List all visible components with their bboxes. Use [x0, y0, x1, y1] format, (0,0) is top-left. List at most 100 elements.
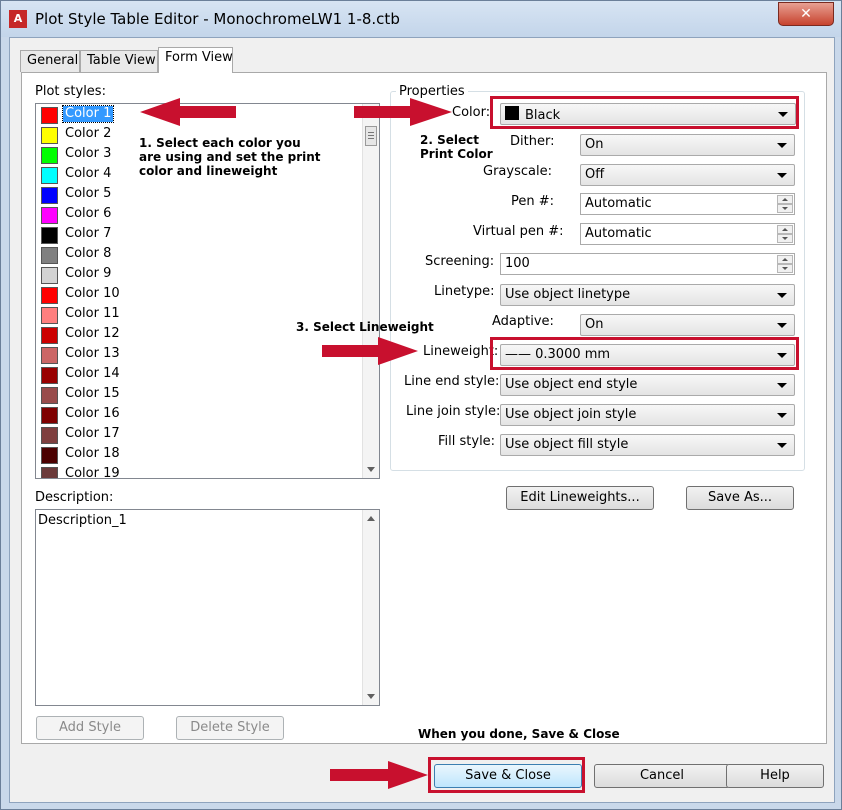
- grayscale-dropdown[interactable]: Off: [580, 164, 795, 186]
- line-join-style-value: Use object join style: [505, 407, 637, 422]
- spin-up-icon[interactable]: [777, 195, 793, 204]
- color-swatch-icon: [41, 307, 58, 324]
- plot-style-item[interactable]: Color 19: [38, 465, 358, 479]
- virtual-pen-value: Automatic: [585, 226, 652, 241]
- plot-style-item[interactable]: Color 17: [38, 425, 358, 445]
- line-end-style-value: Use object end style: [505, 377, 638, 392]
- adaptive-dropdown[interactable]: On: [580, 314, 795, 336]
- fill-style-value: Use object fill style: [505, 437, 629, 452]
- scroll-down-arrow-icon[interactable]: [367, 694, 375, 699]
- chevron-down-icon: [777, 293, 787, 298]
- plot-style-item[interactable]: Color 5: [38, 185, 358, 205]
- plot-style-item[interactable]: Color 9: [38, 265, 358, 285]
- dither-label: Dither:: [510, 134, 555, 149]
- lineweight-highlight-box: [490, 337, 799, 370]
- pen-number-label: Pen #:: [511, 194, 555, 209]
- plot-style-item[interactable]: Color 10: [38, 285, 358, 305]
- spin-up-icon[interactable]: [777, 255, 793, 264]
- plot-style-item[interactable]: Color 16: [38, 405, 358, 425]
- annotation-step1-line3: color and lineweight: [139, 164, 278, 178]
- color-swatch-icon: [41, 107, 58, 124]
- color-swatch-icon: [41, 467, 58, 478]
- virtual-pen-label: Virtual pen #:: [473, 224, 564, 239]
- close-window-button[interactable]: ✕: [778, 2, 834, 26]
- color-swatch-icon: [41, 227, 58, 244]
- scroll-up-arrow-icon[interactable]: [367, 516, 375, 521]
- plot-style-name: Color 19: [65, 466, 120, 479]
- pen-number-spinner[interactable]: Automatic: [580, 193, 795, 215]
- plot-style-name: Color 13: [65, 346, 120, 361]
- chevron-down-icon: [777, 143, 787, 148]
- plot-style-item[interactable]: Color 18: [38, 445, 358, 465]
- edit-lineweights-button[interactable]: Edit Lineweights...: [506, 486, 654, 510]
- save-close-highlight-box: [428, 757, 585, 793]
- dither-dropdown[interactable]: On: [580, 134, 795, 156]
- color-swatch-icon: [41, 147, 58, 164]
- tab-form-view[interactable]: Form View: [158, 47, 233, 73]
- spin-down-icon[interactable]: [777, 264, 793, 273]
- tab-table-view[interactable]: Table View: [80, 50, 158, 72]
- plot-style-item[interactable]: Color 15: [38, 385, 358, 405]
- add-style-button[interactable]: Add Style: [36, 716, 144, 740]
- tab-general[interactable]: General: [20, 50, 80, 72]
- pen-number-value: Automatic: [585, 196, 652, 211]
- line-join-style-dropdown[interactable]: Use object join style: [500, 404, 795, 426]
- chevron-down-icon: [777, 383, 787, 388]
- spin-down-icon[interactable]: [777, 204, 793, 213]
- virtual-pen-spinner[interactable]: Automatic: [580, 223, 795, 245]
- description-text: Description_1: [38, 513, 127, 528]
- plot-style-name: Color 2: [65, 126, 112, 141]
- lineweight-label: Lineweight:: [423, 344, 499, 359]
- fill-style-dropdown[interactable]: Use object fill style: [500, 434, 795, 456]
- scroll-down-arrow-icon[interactable]: [367, 467, 375, 472]
- plot-style-item[interactable]: Color 1: [38, 105, 358, 125]
- spin-up-icon[interactable]: [777, 225, 793, 234]
- color-swatch-icon: [41, 127, 58, 144]
- description-field[interactable]: Description_1: [35, 509, 380, 706]
- color-swatch-icon: [41, 327, 58, 344]
- plot-style-name: Color 17: [65, 426, 120, 441]
- plot-style-item[interactable]: Color 7: [38, 225, 358, 245]
- title-bar[interactable]: A Plot Style Table Editor - MonochromeLW…: [1, 1, 841, 37]
- color-swatch-icon: [41, 347, 58, 364]
- grayscale-value: Off: [585, 167, 605, 182]
- spin-down-icon[interactable]: [777, 234, 793, 243]
- plot-style-name: Color 3: [65, 146, 112, 161]
- color-swatch-icon: [41, 367, 58, 384]
- plot-styles-scrollbar[interactable]: [362, 104, 379, 478]
- color-swatch-icon: [41, 447, 58, 464]
- grip-line: [368, 132, 374, 133]
- plot-style-item[interactable]: Color 6: [38, 205, 358, 225]
- linetype-label: Linetype:: [434, 284, 495, 299]
- plot-style-name: Color 5: [65, 186, 112, 201]
- plot-style-name: Color 11: [65, 306, 120, 321]
- dialog-client-area: General Table View Form View Plot styles…: [9, 37, 835, 803]
- color-swatch-icon: [41, 207, 58, 224]
- screening-spinner[interactable]: 100: [500, 253, 795, 275]
- annotation-save-close: When you done, Save & Close: [418, 727, 620, 741]
- color-swatch-icon: [41, 247, 58, 264]
- cancel-button[interactable]: Cancel: [594, 764, 730, 788]
- plot-style-name: Color 8: [65, 246, 112, 261]
- annotation-step3: 3. Select Lineweight: [296, 320, 434, 334]
- plot-style-name: Color 15: [65, 386, 120, 401]
- adaptive-value: On: [585, 317, 604, 332]
- save-as-button[interactable]: Save As...: [686, 486, 794, 510]
- chevron-down-icon: [777, 413, 787, 418]
- line-end-style-dropdown[interactable]: Use object end style: [500, 374, 795, 396]
- annotation-step1-line1: 1. Select each color you: [139, 136, 301, 150]
- help-button[interactable]: Help: [726, 764, 824, 788]
- plot-style-name: Color 14: [65, 366, 120, 381]
- plot-style-item[interactable]: Color 8: [38, 245, 358, 265]
- delete-style-button[interactable]: Delete Style: [176, 716, 284, 740]
- properties-group-label: Properties: [396, 84, 468, 99]
- color-swatch-icon: [41, 387, 58, 404]
- plot-style-name: Color 16: [65, 406, 120, 421]
- scroll-up-arrow-icon[interactable]: [367, 110, 375, 115]
- scroll-thumb[interactable]: [365, 126, 377, 146]
- description-scrollbar[interactable]: [362, 510, 379, 705]
- plot-style-item[interactable]: Color 13: [38, 345, 358, 365]
- color-swatch-icon: [41, 167, 58, 184]
- plot-style-item[interactable]: Color 14: [38, 365, 358, 385]
- linetype-dropdown[interactable]: Use object linetype: [500, 284, 795, 306]
